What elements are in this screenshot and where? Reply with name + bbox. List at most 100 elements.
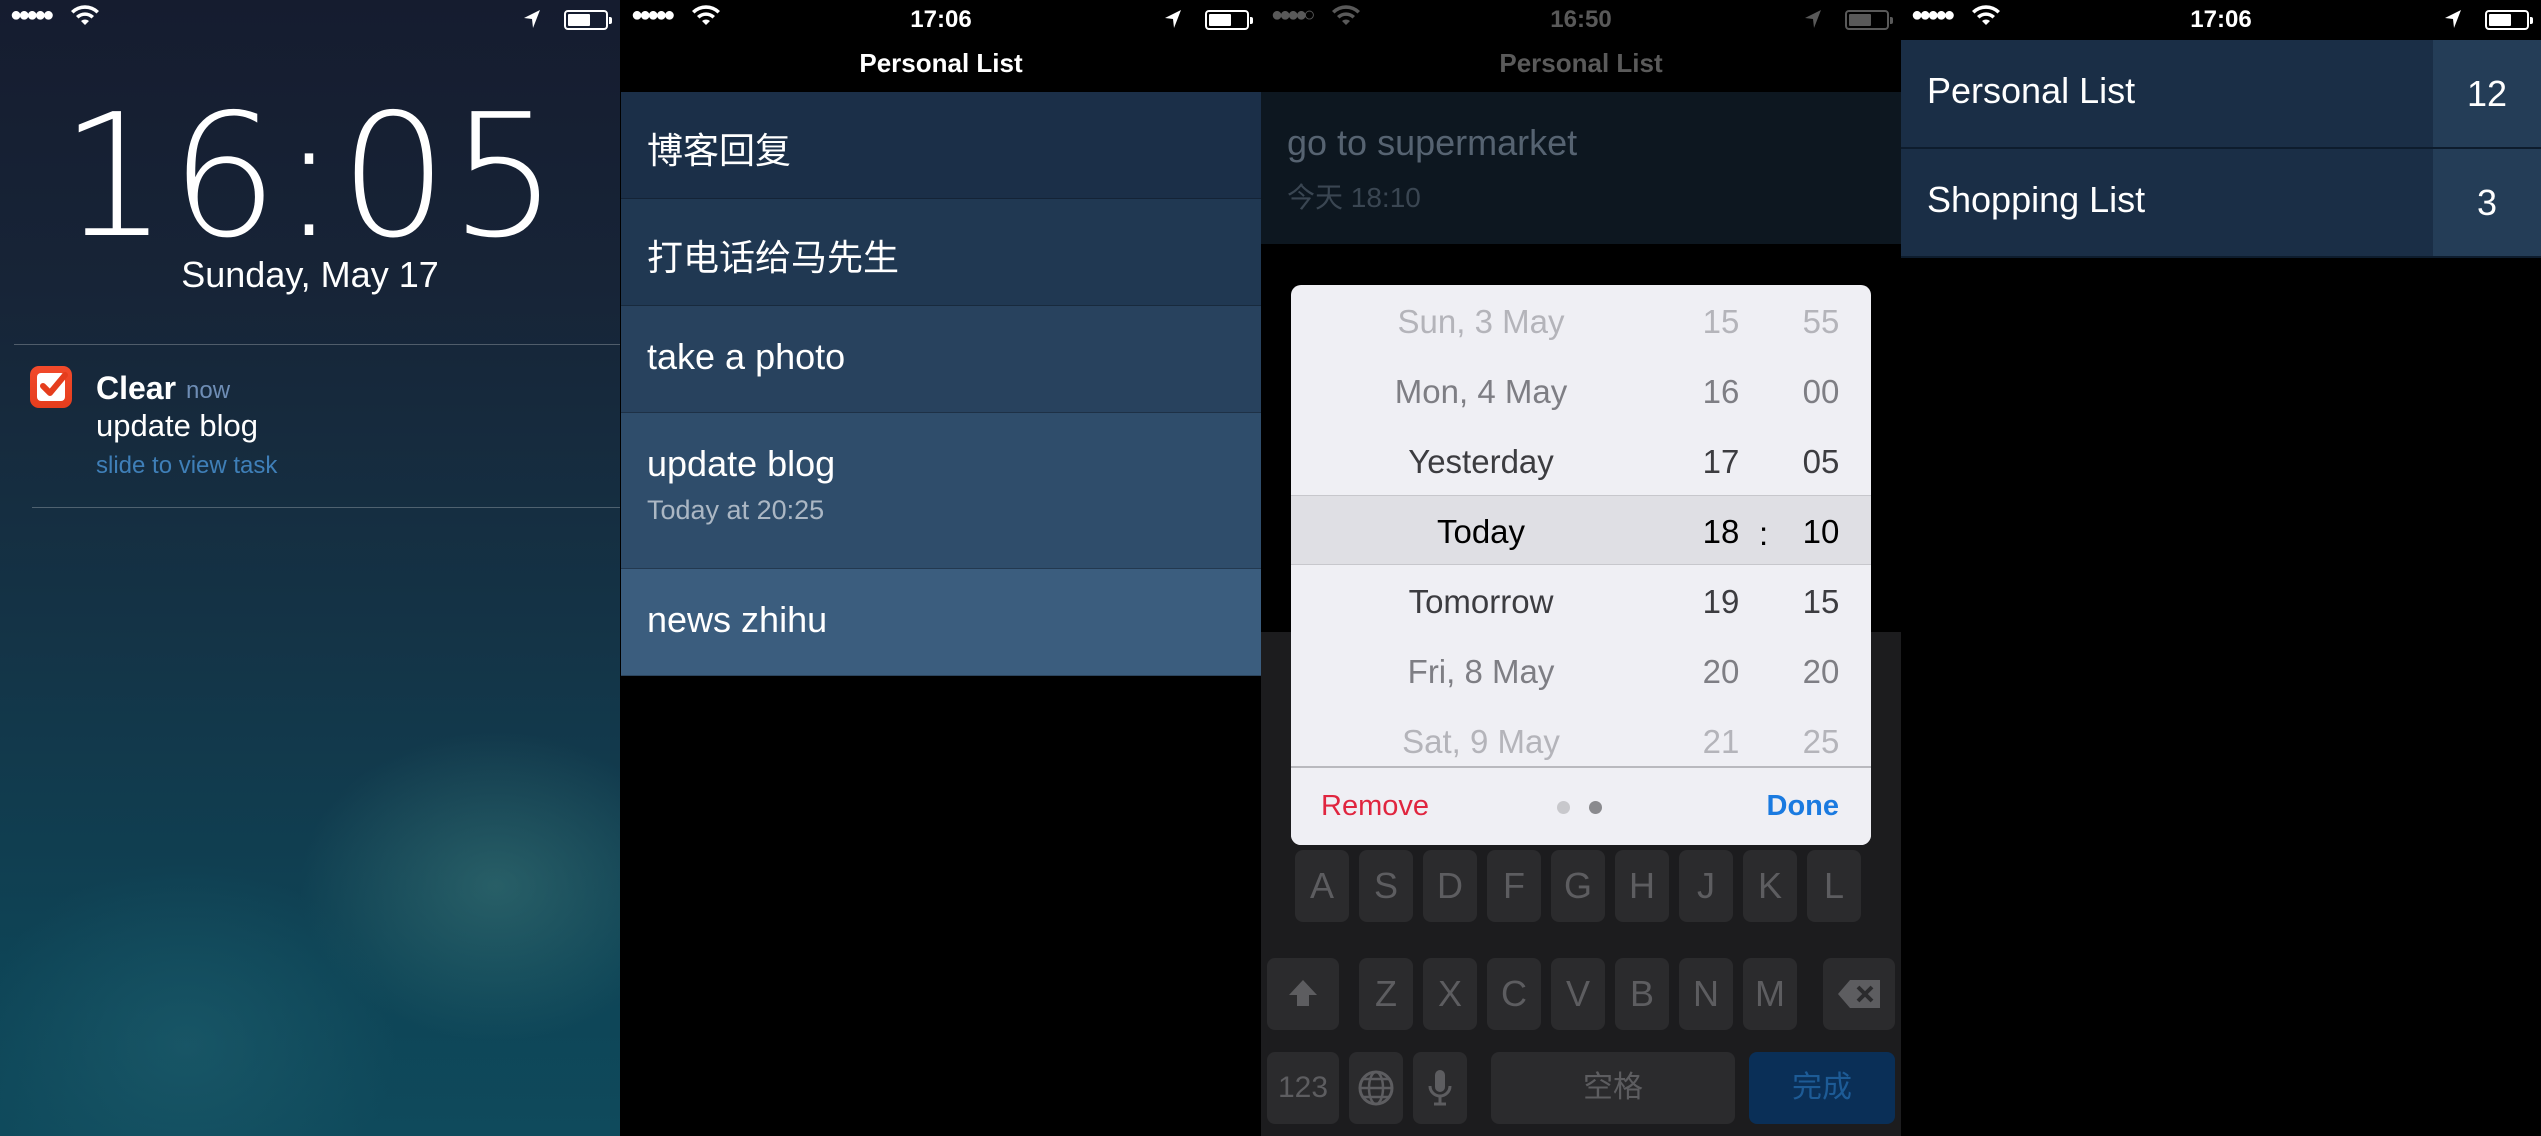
battery-icon: [1205, 10, 1253, 30]
key-h[interactable]: H: [1615, 850, 1669, 922]
picker-day: Fri, 8 May: [1407, 653, 1555, 690]
list-count: 12: [2433, 40, 2541, 147]
task-row[interactable]: go to supermarket 今天 18:10: [1261, 92, 1901, 244]
wifi-icon: [71, 5, 99, 25]
key-j[interactable]: J: [1679, 850, 1733, 922]
divider: [32, 507, 620, 508]
task-row[interactable]: 打电话给马先生: [621, 199, 1261, 306]
task-title: update blog: [647, 443, 836, 484]
picker-row[interactable]: Sun, 3 May 15 55: [1291, 285, 1871, 355]
list-title: Personal List: [859, 48, 1023, 78]
lists: Personal List 12 Shopping List 3: [1901, 40, 2541, 258]
key-b[interactable]: B: [1615, 958, 1669, 1030]
picker-day: Sat, 9 May: [1402, 723, 1560, 760]
task-row[interactable]: 博客回复: [621, 92, 1261, 199]
notification-time: now: [186, 377, 231, 404]
keyboard-done-key[interactable]: 完成: [1749, 1052, 1895, 1124]
list-title: Personal List: [1499, 48, 1663, 78]
picker-minute: 25: [1802, 723, 1840, 760]
key-z[interactable]: Z: [1359, 958, 1413, 1030]
status-bar: ●●●●○ 16:50: [1261, 0, 1901, 40]
picker-row[interactable]: Yesterday 17 05: [1291, 425, 1871, 495]
time-separator: :: [1759, 515, 1769, 552]
key-n[interactable]: N: [1679, 958, 1733, 1030]
backspace-icon: [1838, 980, 1880, 1008]
key-m[interactable]: M: [1743, 958, 1797, 1030]
done-button[interactable]: Done: [1767, 790, 1840, 823]
task-reminder: Today at 20:25: [647, 495, 825, 525]
picker-hour: 19: [1702, 583, 1740, 620]
picker-day: Today: [1436, 513, 1526, 550]
picker-row[interactable]: Tomorrow 19 15: [1291, 565, 1871, 635]
picker-minute: 05: [1802, 443, 1840, 480]
page-dot-active[interactable]: [1589, 801, 1602, 814]
picker-hour: 15: [1702, 303, 1740, 340]
picker-minute: 00: [1802, 373, 1840, 410]
remove-button[interactable]: Remove: [1321, 790, 1429, 823]
picker-minute: 15: [1802, 583, 1840, 620]
picker-hour: 20: [1702, 653, 1740, 690]
picker-row[interactable]: Fri, 8 May 20 20: [1291, 635, 1871, 705]
notification-message[interactable]: update blog: [96, 408, 258, 444]
picker-minute: 55: [1802, 303, 1840, 340]
globe-key[interactable]: [1349, 1052, 1403, 1124]
picker-footer: Remove Done: [1291, 766, 1871, 845]
personal-list-screen: ●●●●● 17:06 Personal List 博客回复 打电话给马先生 t…: [621, 0, 1261, 1136]
key-l[interactable]: L: [1807, 850, 1861, 922]
task-list: 博客回复 打电话给马先生 take a photo update blog To…: [621, 92, 1261, 676]
task-title: go to supermarket: [1287, 122, 1578, 163]
location-arrow-icon: [524, 10, 540, 28]
key-f[interactable]: F: [1487, 850, 1541, 922]
space-key[interactable]: 空格: [1491, 1052, 1735, 1124]
picker-row[interactable]: Sat, 9 May 21 25: [1291, 705, 1871, 775]
reminder-picker-screen: ●●●●○ 16:50 Personal List go to supermar…: [1261, 0, 1901, 1136]
battery-icon: [2485, 10, 2533, 30]
list-count: 3: [2433, 149, 2541, 256]
dictation-key[interactable]: [1413, 1052, 1467, 1124]
signal-strength: ●●●●●: [10, 4, 54, 26]
picker-hour: 18: [1702, 513, 1740, 550]
picker-hour: 17: [1702, 443, 1740, 480]
page-dot[interactable]: [1557, 801, 1570, 814]
key-k[interactable]: K: [1743, 850, 1797, 922]
key-g[interactable]: G: [1551, 850, 1605, 922]
picker-day: Sun, 3 May: [1397, 303, 1565, 340]
location-arrow-icon: [1805, 10, 1821, 28]
picker-minute: 20: [1802, 653, 1840, 690]
picker-day: Tomorrow: [1408, 583, 1554, 620]
task-row[interactable]: update blog Today at 20:25: [621, 413, 1261, 569]
location-arrow-icon: [1165, 10, 1181, 28]
key-s[interactable]: S: [1359, 850, 1413, 922]
shift-key[interactable]: [1267, 958, 1339, 1030]
status-bar: ●●●●●: [0, 0, 620, 40]
battery-icon: [1845, 10, 1893, 30]
reminder-date-picker[interactable]: Sun, 3 May 15 55 Mon, 4 May 16 00 Yester…: [1291, 285, 1871, 845]
list-row-shopping[interactable]: Shopping List 3: [1901, 149, 2541, 258]
lock-screen: ●●●●● 16:05 Sunday, May 17 Clear now upd…: [0, 0, 620, 1136]
picker-row[interactable]: Mon, 4 May 16 00: [1291, 355, 1871, 425]
list-name: Shopping List: [1927, 179, 2146, 220]
notification-slide-hint[interactable]: slide to view task: [96, 452, 277, 480]
picker-hour: 21: [1702, 723, 1740, 760]
key-x[interactable]: X: [1423, 958, 1477, 1030]
task-title: news zhihu: [647, 599, 828, 640]
key-d[interactable]: D: [1423, 850, 1477, 922]
key-c[interactable]: C: [1487, 958, 1541, 1030]
task-row[interactable]: take a photo: [621, 306, 1261, 413]
key-v[interactable]: V: [1551, 958, 1605, 1030]
numbers-key[interactable]: 123: [1267, 1052, 1339, 1124]
delete-key[interactable]: [1823, 958, 1895, 1030]
lock-date: Sunday, May 17: [181, 254, 439, 295]
clear-app-icon[interactable]: [30, 366, 72, 408]
notification-app-name[interactable]: Clear: [96, 370, 176, 407]
globe-icon: [1358, 1070, 1394, 1106]
picker-day: Mon, 4 May: [1394, 373, 1568, 410]
picker-row-selected[interactable]: Today 18 10: [1291, 495, 1871, 565]
list-row-personal[interactable]: Personal List 12: [1901, 40, 2541, 149]
task-title: take a photo: [647, 336, 846, 377]
task-row[interactable]: news zhihu: [621, 569, 1261, 676]
key-a[interactable]: A: [1295, 850, 1349, 922]
task-title: 博客回复: [647, 130, 792, 171]
microphone-icon: [1428, 1070, 1452, 1106]
battery-icon: [564, 10, 612, 30]
